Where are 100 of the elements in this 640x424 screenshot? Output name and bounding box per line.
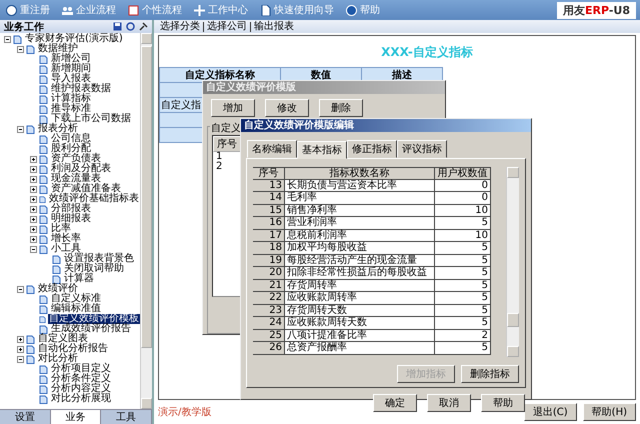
row-number: 21: [253, 280, 285, 292]
tree-item[interactable]: 编辑标准值: [50, 304, 102, 314]
scrollbar[interactable]: [140, 33, 152, 409]
tree-item[interactable]: 股利分配: [50, 144, 92, 154]
tree-item[interactable]: 报表分析: [37, 124, 79, 134]
table-cell: 加权平均每股收益: [285, 242, 435, 254]
table-cell: 5: [435, 292, 491, 304]
logo: 用友ERP-U8: [556, 2, 636, 18]
panel-button[interactable]: 删除指标: [461, 365, 519, 383]
tree-item[interactable]: 分析条件定义: [50, 374, 112, 384]
expand-toggle[interactable]: [17, 126, 24, 132]
expand-toggle[interactable]: [30, 236, 37, 242]
table-cell: 2: [435, 330, 491, 342]
tree-item[interactable]: 自定义图表: [37, 334, 89, 344]
tree-item[interactable]: 公司信息: [50, 134, 92, 144]
tree-item[interactable]: 自定义标准: [50, 294, 102, 304]
table-cell: 长期负债与营运资本比率: [285, 180, 435, 192]
breadcrumb-link[interactable]: 输出报表: [250, 22, 297, 32]
expand-toggle[interactable]: [17, 356, 24, 362]
expand-toggle[interactable]: [30, 186, 37, 192]
expand-toggle[interactable]: [30, 196, 37, 202]
dialog-button[interactable]: 增加: [211, 99, 255, 117]
breadcrumb-link[interactable]: 选择分类: [157, 22, 203, 32]
dialog-tab[interactable]: 修正指标: [347, 140, 397, 158]
panel-tab[interactable]: 业务: [50, 410, 102, 424]
expand-toggle[interactable]: [30, 166, 37, 172]
row-number: 14: [253, 192, 285, 204]
row-number: 18: [253, 242, 285, 254]
group-label: 自定义: [210, 121, 242, 135]
save-icon[interactable]: [113, 22, 122, 31]
tree-item[interactable]: 分析内容定义: [50, 384, 112, 394]
dialog-tab[interactable]: 基本指标: [297, 141, 347, 159]
tree-item[interactable]: 比率: [50, 224, 72, 234]
tree-item[interactable]: 分析项目定义: [50, 364, 112, 374]
tree-item[interactable]: 对比分析展现: [50, 394, 112, 404]
tree-item[interactable]: 分部报表: [50, 204, 92, 214]
tree-item[interactable]: 对比分析: [37, 354, 79, 364]
dialog-button[interactable]: 修改: [265, 99, 309, 117]
tree-item[interactable]: 设置报表背景色: [63, 254, 135, 264]
tree-item[interactable]: 数据维护: [37, 44, 79, 54]
row-number: 25: [253, 330, 285, 342]
dialog-button[interactable]: 帮助: [481, 394, 525, 412]
panel-tab[interactable]: 工具: [101, 410, 152, 424]
dialog-button[interactable]: 确定: [373, 394, 417, 412]
tree-item[interactable]: 新增期间: [50, 64, 92, 74]
expand-toggle[interactable]: [17, 286, 24, 292]
panel-title: 业务工作: [4, 20, 45, 33]
row-number: 17: [253, 230, 285, 242]
row-number: 13: [253, 180, 285, 192]
table-cell: 存货周转率: [285, 280, 435, 292]
breadcrumb-link[interactable]: 选择公司: [203, 22, 250, 32]
tree-item[interactable]: 计算指标: [50, 94, 92, 104]
expand-toggle[interactable]: [17, 336, 24, 342]
tree-item[interactable]: 新增公司: [50, 54, 92, 64]
tree-item[interactable]: 关闭取词帮助: [63, 264, 125, 274]
tree-item[interactable]: 利润及分配表: [50, 164, 112, 174]
tree-item[interactable]: 自动化分析报告: [37, 344, 109, 354]
tree-item[interactable]: 计算器: [63, 274, 95, 284]
expand-toggle[interactable]: [30, 176, 37, 182]
scrollbar[interactable]: [506, 167, 519, 357]
expand-toggle[interactable]: [17, 346, 24, 352]
dialog-title: 自定义效绩评价模版编辑: [241, 119, 531, 132]
tree-item[interactable]: 效绩评价: [37, 284, 79, 294]
tree-item[interactable]: 生成效绩评价报告: [50, 324, 132, 334]
tree-item[interactable]: 增长率: [50, 234, 82, 244]
expand-toggle[interactable]: [30, 246, 37, 252]
footer-button[interactable]: 帮助(H): [582, 403, 636, 421]
table-cell: 存货周转天数: [285, 304, 435, 317]
dialog-button[interactable]: 删除: [319, 99, 363, 117]
expand-toggle[interactable]: [30, 206, 37, 212]
expand-toggle[interactable]: [17, 46, 24, 52]
tree-item[interactable]: 下载上市公司数据: [50, 114, 132, 124]
tree-item[interactable]: 导入报表: [50, 74, 92, 84]
table-cell: 毛利率: [285, 192, 435, 204]
tree-item[interactable]: 效绩评价基础指标表: [48, 194, 140, 204]
expand-toggle[interactable]: [30, 216, 37, 222]
panel-tab[interactable]: 设置: [0, 410, 51, 424]
table-cell: 八项计提准备比率: [285, 330, 435, 342]
table-cell: 5: [435, 317, 491, 330]
dialog-tab[interactable]: 评议指标: [397, 140, 447, 158]
dialog-tab[interactable]: 名称编辑: [247, 140, 297, 158]
expand-toggle[interactable]: [30, 156, 37, 162]
table-cell: 应收账款周转天数: [285, 317, 435, 330]
tree-item[interactable]: 维护报表数据: [50, 84, 112, 94]
table-cell: 0: [435, 192, 491, 204]
tree-item[interactable]: 资产负债表: [50, 154, 102, 164]
tree-item[interactable]: 小工具: [50, 244, 82, 254]
tree-item[interactable]: 资产减值准备表: [50, 184, 122, 194]
tree-item[interactable]: 明细报表: [50, 214, 92, 224]
report-title: XXX-自定义指标: [380, 44, 474, 61]
dialog-button[interactable]: 取消: [427, 394, 471, 412]
people-icon: [62, 4, 73, 16]
table-cell: 0: [435, 180, 491, 192]
tree-item[interactable]: 推导标准: [50, 104, 92, 114]
expand-toggle[interactable]: [30, 226, 37, 232]
footer-button[interactable]: 退出(C): [524, 403, 577, 421]
expand-toggle[interactable]: [4, 36, 11, 42]
row-number: 22: [253, 292, 285, 304]
row-number: 19: [253, 254, 285, 267]
tree-item[interactable]: 现金流量表: [50, 174, 102, 184]
